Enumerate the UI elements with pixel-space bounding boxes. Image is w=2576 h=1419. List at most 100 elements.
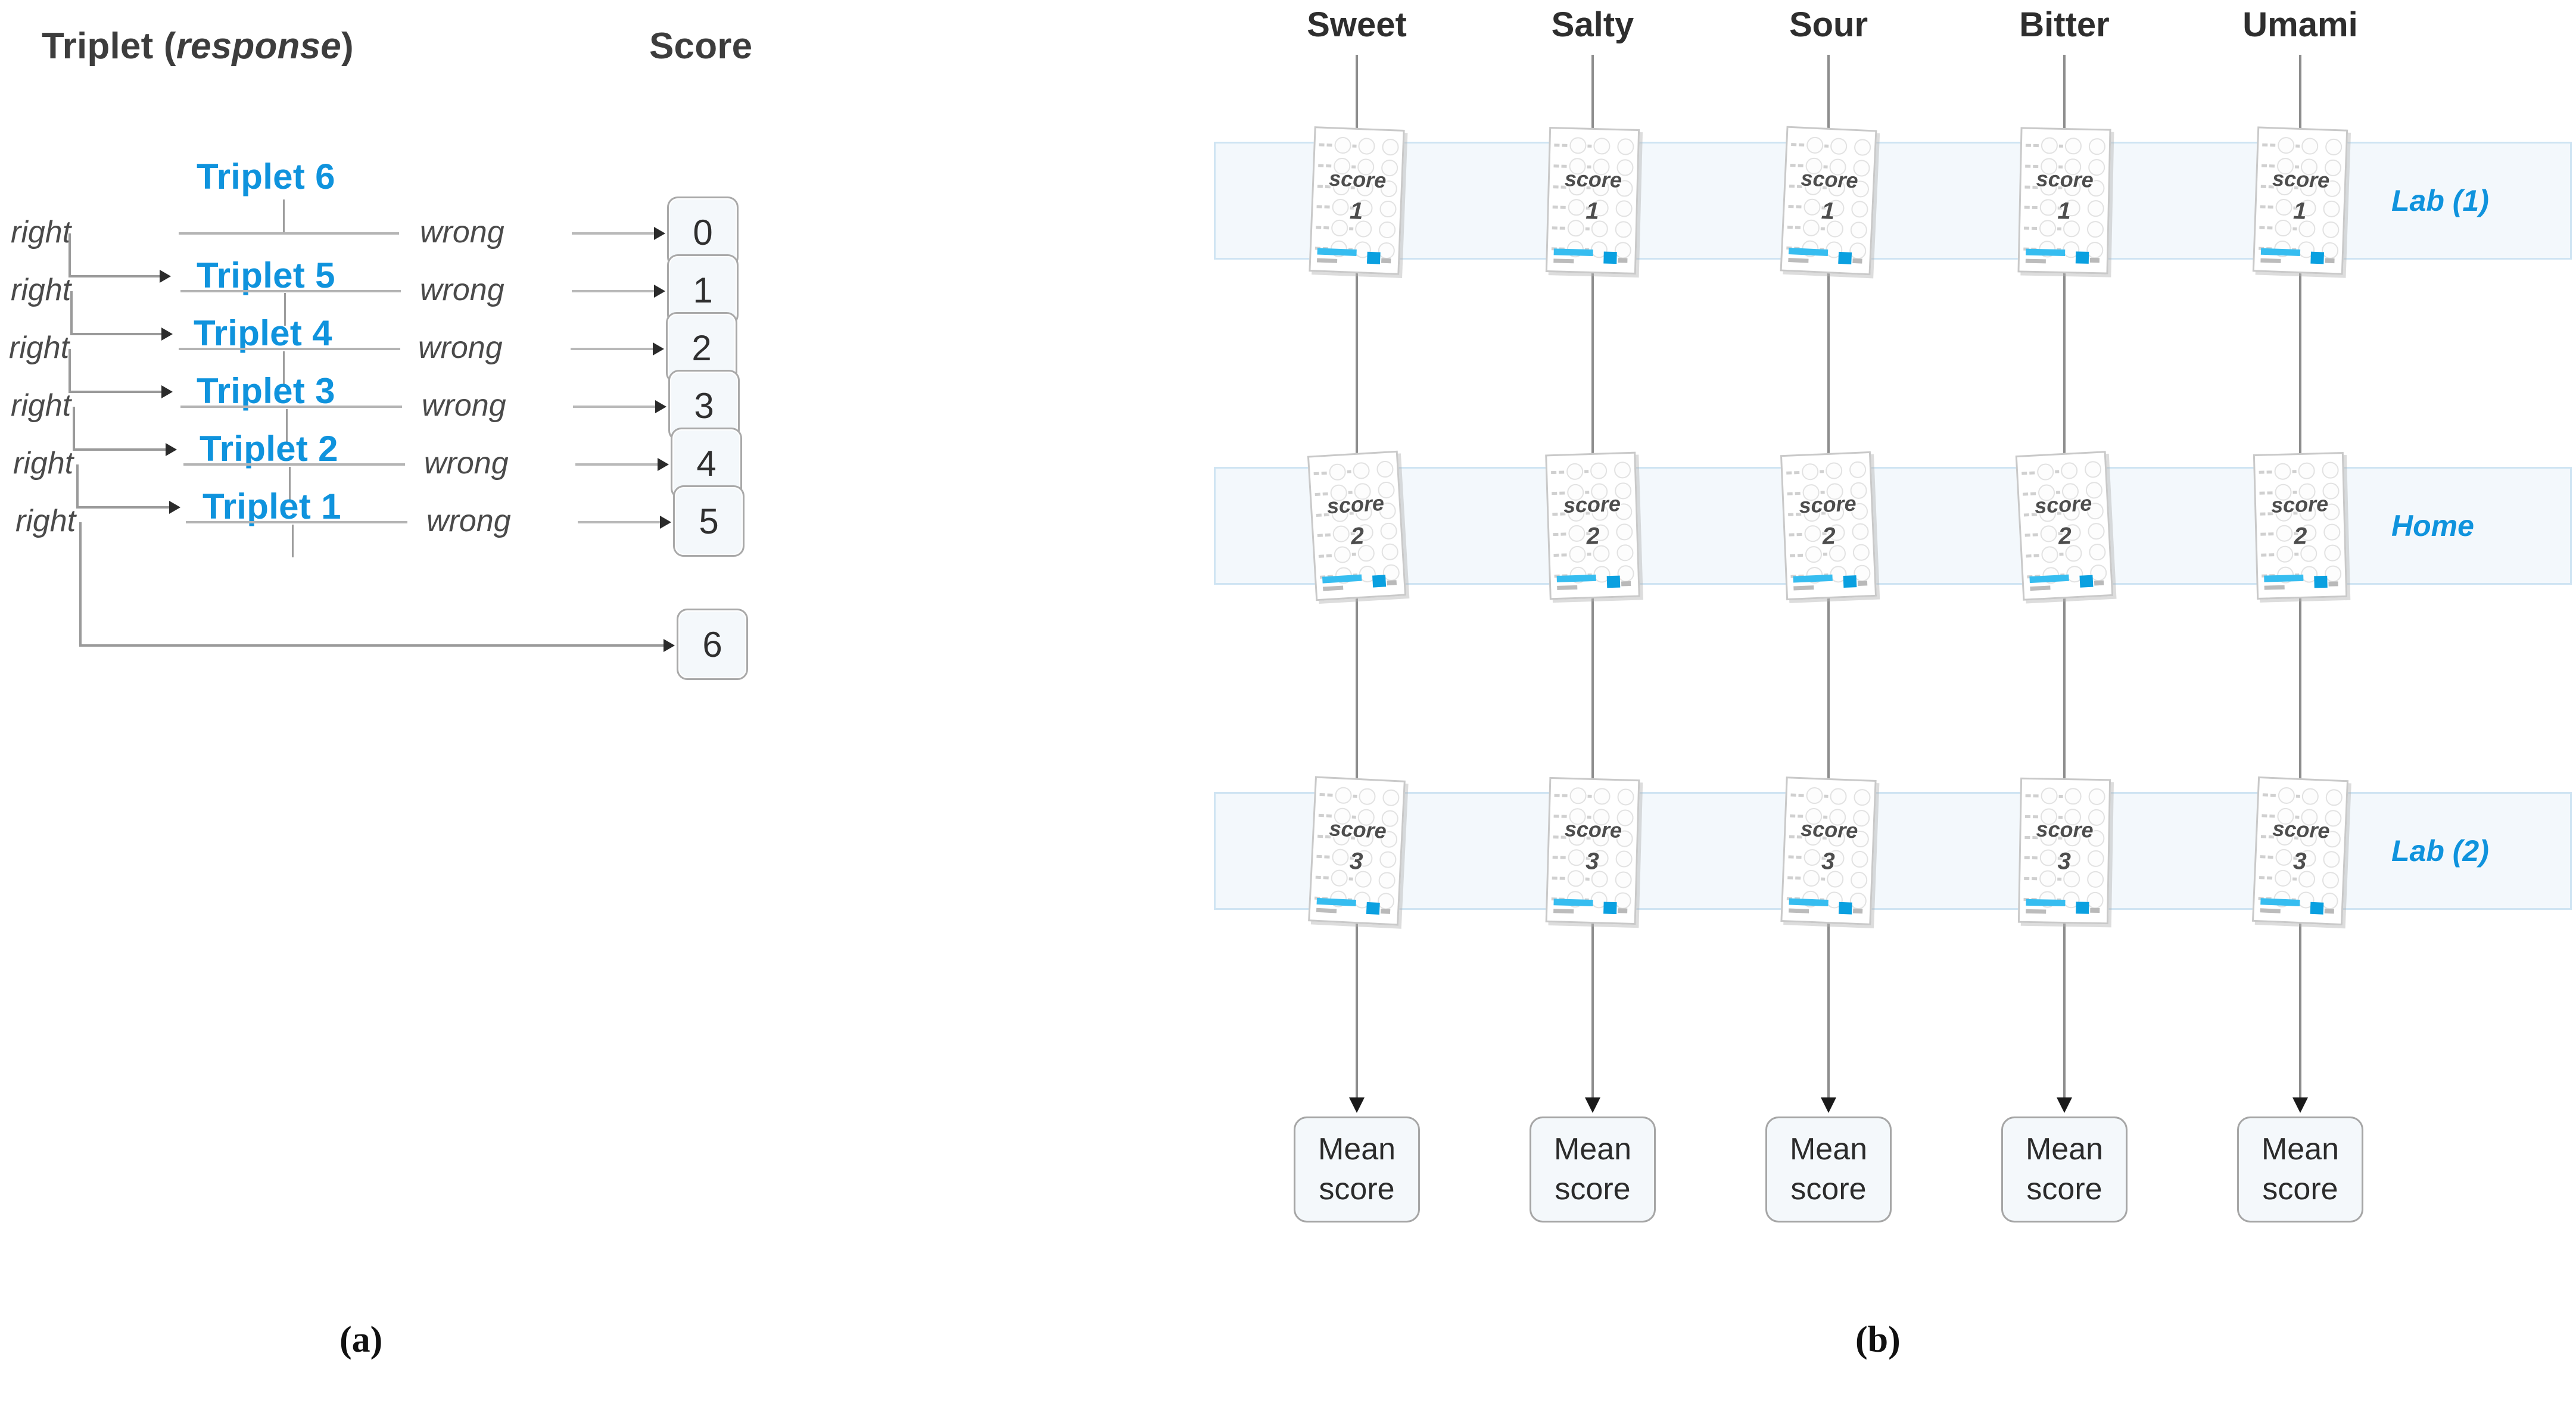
form-tick-mark <box>2057 877 2062 881</box>
form-tick-mark <box>2292 227 2297 230</box>
form-tick-mark <box>1552 226 1558 230</box>
sample-circle <box>1378 242 1396 260</box>
branch-label-wrong-5: wrong <box>420 273 504 307</box>
decision-bar-4 <box>179 348 400 350</box>
form-tick-mark <box>1352 144 1357 148</box>
flow-arrow-sweet <box>1349 1097 1365 1113</box>
sample-circle <box>2041 787 2058 804</box>
form-tick-mark <box>1787 225 1793 229</box>
sample-circle <box>1825 462 1843 480</box>
form-tick-mark <box>2261 553 2267 557</box>
form-tick-mark <box>1585 877 1590 881</box>
form-tick-mark <box>2031 226 2038 230</box>
form-tick-mark <box>1326 144 1332 147</box>
form-tick-mark <box>1326 554 1332 558</box>
form-tick-mark <box>1559 226 1565 230</box>
form-tick-mark <box>2033 794 2039 798</box>
branch-label-wrong-4: wrong <box>418 330 503 365</box>
mean-box-line2: score <box>2262 1172 2338 1206</box>
form-tick-mark <box>2025 794 2031 798</box>
sample-circle <box>1806 787 1823 804</box>
sample-circle <box>2064 138 2082 155</box>
sample-circle <box>1328 463 1347 481</box>
sample-circle <box>1830 788 1847 806</box>
mean-box-line2: score <box>1790 1172 1867 1206</box>
sample-circle <box>1614 891 1631 909</box>
form-tick-mark <box>1559 877 1565 880</box>
mean-score-box-sour: Mean score <box>1765 1117 1892 1222</box>
right-arrow-2 <box>169 501 180 514</box>
mean-box-line1: Mean <box>2025 1132 2104 1167</box>
sample-circle <box>1849 242 1867 260</box>
form-tick-mark <box>2026 554 2032 558</box>
branch-label-right-1: right <box>15 504 76 538</box>
mean-box-line1: Mean <box>1789 1132 1868 1167</box>
form-tick-mark <box>1562 794 1568 798</box>
form-tick-mark <box>1587 795 1592 799</box>
taste-header-umami: Umami <box>2242 5 2358 44</box>
sample-circle <box>2298 462 2315 480</box>
sample-circle <box>2301 138 2319 155</box>
wrong-connector-2 <box>575 463 659 466</box>
form-tick-mark <box>2266 470 2272 474</box>
right-elbow-v-5 <box>70 291 73 333</box>
column-header-score: Score <box>649 26 753 67</box>
sample-circle <box>1377 892 1395 910</box>
right-elbow-h-2 <box>76 506 170 509</box>
sample-circle <box>1830 138 1848 155</box>
form-tick-mark <box>1551 471 1557 475</box>
taste-header-bitter: Bitter <box>2019 5 2110 44</box>
form-tick-mark <box>1348 877 1353 881</box>
sample-circle <box>2321 892 2338 910</box>
sample-circle <box>1382 139 1399 156</box>
form-tick-mark <box>1559 470 1565 475</box>
form-tick-mark <box>2032 877 2038 881</box>
sample-circle <box>1358 138 1375 155</box>
session-band-lab2 <box>1214 792 2572 910</box>
form-tick-mark <box>2025 144 2031 148</box>
form-tick-mark <box>2055 470 2060 474</box>
decision-bar-2 <box>183 463 405 466</box>
sample-circle <box>1352 462 1370 480</box>
worksheet-card-lab2-sweet: score 3 <box>1308 776 1406 926</box>
sample-circle <box>1566 463 1584 481</box>
form-tick-mark <box>2021 472 2027 475</box>
terminal-arrow <box>664 639 675 652</box>
terminal-elbow-h <box>79 644 666 647</box>
sample-circle <box>2325 138 2343 156</box>
sample-circle <box>2278 787 2295 804</box>
wrong-arrow-5 <box>654 285 665 298</box>
form-tick-mark <box>1823 553 1828 556</box>
right-arrow-4 <box>161 385 173 398</box>
session-label-home: Home <box>2391 509 2474 542</box>
right-elbow-v-4 <box>68 349 71 391</box>
mean-box-line1: Mean <box>2261 1132 2340 1167</box>
form-tick-mark <box>1353 794 1357 799</box>
right-arrow-5 <box>161 328 173 341</box>
wrong-arrow-4 <box>653 342 664 355</box>
form-tick-mark <box>1321 472 1327 475</box>
sample-circle <box>2036 463 2054 481</box>
branch-label-wrong-1: wrong <box>426 504 511 538</box>
sample-circle <box>2041 137 2058 154</box>
worksheet-card-home-sweet: score 2 <box>1307 450 1407 601</box>
worksheet-card-lab2-salty: score 3 <box>1545 776 1640 925</box>
form-tick-mark <box>2292 877 2297 881</box>
form-tick-mark <box>1554 144 1560 147</box>
form-tick-mark <box>2295 794 2300 799</box>
form-tick-mark <box>1313 472 1319 476</box>
form-tick-mark <box>2267 226 2273 230</box>
wrong-connector-5 <box>572 290 655 292</box>
form-tick-mark <box>2259 876 2265 880</box>
wrong-connector-4 <box>571 348 654 350</box>
worksheet-card-lab1-sweet: score 1 <box>1309 126 1405 275</box>
right-elbow-v-6 <box>68 233 71 275</box>
sample-circle <box>1613 461 1631 479</box>
sample-circle <box>1614 241 1632 259</box>
panel-b-caption: (b) <box>1855 1320 1901 1360</box>
mean-score-box-salty: Mean score <box>1530 1117 1656 1222</box>
sample-circle <box>1801 463 1819 481</box>
triplet-label-6: Triplet 6 <box>197 157 335 197</box>
score-box-6: 6 <box>677 609 748 680</box>
form-tick-mark <box>1315 875 1321 880</box>
